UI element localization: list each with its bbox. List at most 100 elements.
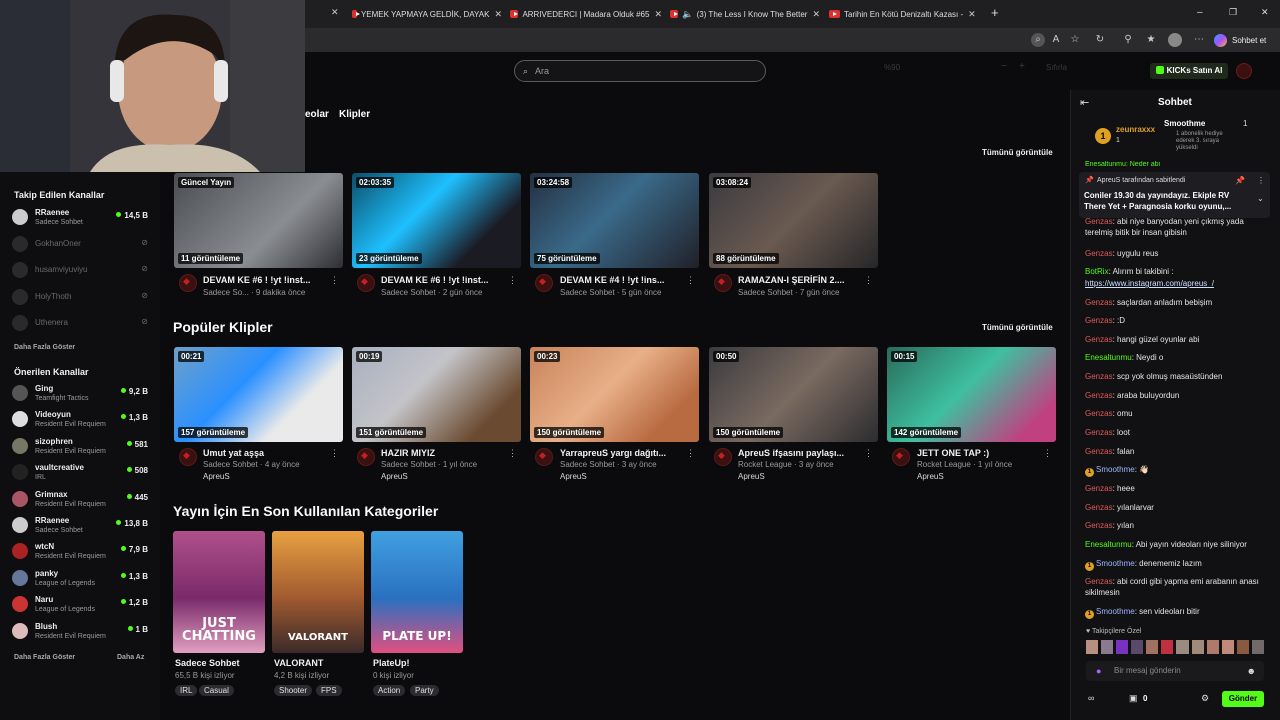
copilot-chat-button[interactable]: Sohbet et [1214, 33, 1266, 47]
browser-tab[interactable]: YEMEK YAPMAYA GELDİK, DAYAK ✕ [352, 5, 502, 23]
category-tag[interactable]: Shooter [274, 685, 313, 696]
pinned-message[interactable]: 📌 ApreuS tarafından sabitlendi 📌 ⋮ Conil… [1079, 172, 1270, 218]
more-options-icon[interactable]: ⋮ [508, 448, 517, 459]
video-thumbnail[interactable]: Güncel Yayın 11 görüntüleme [174, 173, 343, 268]
chevron-down-icon[interactable]: ⌄ [1257, 194, 1264, 203]
chat-username[interactable]: Genzas [1085, 316, 1113, 325]
zoom-in-button[interactable]: + [1019, 61, 1025, 72]
infinity-icon[interactable]: ∞ [1088, 693, 1094, 703]
video-title[interactable]: DEVAM KE #4 ! !yt !ins... [560, 275, 678, 285]
video-title[interactable]: RAMAZAN-I ŞERİFİN 2.... [738, 275, 856, 285]
more-options-icon[interactable]: ⋮ [330, 448, 339, 459]
category-name[interactable]: VALORANT [274, 658, 323, 668]
chat-username[interactable]: Enesaltunmu [1085, 540, 1132, 549]
chat-username[interactable]: Enesaltunmu [1085, 353, 1132, 362]
collapse-chat-icon[interactable]: ⇤ [1080, 96, 1089, 109]
buy-kicks-button[interactable]: KICKs Satın Al [1150, 63, 1228, 79]
sidebar-channel[interactable]: Blush Resident Evil Requiem 1 B [12, 621, 148, 643]
maximize-button[interactable]: ❐ [1229, 7, 1237, 18]
top-gifter-name[interactable]: zeunraxxx [1116, 125, 1155, 134]
chat-username[interactable]: Genzas [1085, 428, 1113, 437]
chat-link[interactable]: https://www.instagram.com/apreus_/ [1085, 279, 1214, 288]
channel-avatar[interactable] [714, 448, 732, 466]
clip-thumbnail[interactable]: 00:21 157 görüntüleme [174, 347, 343, 442]
emote[interactable] [1236, 640, 1249, 654]
sidebar-channel[interactable]: vaultcreative IRL 508 [12, 462, 148, 484]
close-icon[interactable]: ✕ [494, 9, 502, 20]
chat-message-input[interactable]: ● Bir mesaj gönderin ☻ [1086, 661, 1264, 681]
emote[interactable] [1161, 640, 1174, 654]
sidebar-channel[interactable]: Uthenera ⊘ [12, 313, 148, 335]
show-less-button[interactable]: Daha Az [117, 654, 144, 661]
video-title[interactable]: DEVAM KE #6 ! !yt !inst... [203, 275, 321, 285]
channel-avatar[interactable] [714, 274, 732, 292]
clip-thumbnail[interactable]: 00:15 142 görüntüleme [887, 347, 1056, 442]
zoom-reset-button[interactable]: Sıfırla [1046, 63, 1067, 72]
chat-username[interactable]: Genzas [1085, 447, 1113, 456]
emote[interactable] [1116, 640, 1129, 654]
channel-avatar[interactable] [357, 448, 375, 466]
unpin-icon[interactable]: 📌 [1235, 176, 1245, 185]
browser-tab[interactable]: 🔈 (3) The Less I Know The Better ✕ [670, 5, 820, 23]
channel-avatar[interactable] [179, 448, 197, 466]
category-tag[interactable]: FPS [316, 685, 342, 696]
more-options-icon[interactable]: ⋮ [330, 275, 339, 286]
favorite-star-icon[interactable]: ☆ [1068, 33, 1082, 47]
chat-username[interactable]: BotRix [1085, 267, 1109, 276]
more-options-icon[interactable]: ⋮ [686, 275, 695, 286]
tab-clips[interactable]: Klipler [339, 109, 370, 120]
sidebar-channel[interactable]: Videoyun Resident Evil Requiem 1,3 B [12, 409, 148, 431]
show-more-button[interactable]: Daha Fazla Göster [14, 344, 75, 351]
more-menu-icon[interactable]: ⋯ [1192, 33, 1206, 47]
tab-videos[interactable]: eolar [305, 109, 329, 120]
sidebar-channel[interactable]: RRaenee Sadece Sohbet 14,5 B [12, 207, 148, 229]
category-tag[interactable]: Casual [199, 685, 234, 696]
chat-username[interactable]: Genzas [1085, 484, 1113, 493]
show-more-button[interactable]: Daha Fazla Göster [14, 654, 75, 661]
emote[interactable] [1221, 640, 1234, 654]
category-card[interactable]: JUST CHATTING [173, 531, 265, 653]
chat-username[interactable]: Genzas [1085, 217, 1113, 226]
category-name[interactable]: Sadece Sohbet [175, 658, 240, 668]
clip-title[interactable]: ApreuS ifşasını paylaşı... [738, 448, 856, 458]
gift-icon[interactable]: ▣ [1129, 693, 1138, 704]
sidebar-channel[interactable]: Ging Teamfight Tactics 9,2 B [12, 383, 148, 405]
chat-username[interactable]: Genzas [1085, 577, 1113, 586]
emoji-icon[interactable]: ☻ [1247, 661, 1256, 681]
favorites-icon[interactable]: ★ [1144, 33, 1158, 47]
chat-username[interactable]: Genzas [1085, 298, 1113, 307]
speaker-icon[interactable]: 🔈 [682, 9, 693, 20]
chat-username[interactable]: Genzas [1085, 335, 1113, 344]
close-icon[interactable]: ✕ [968, 9, 976, 20]
emote[interactable] [1176, 640, 1189, 654]
clip-title[interactable]: YarrapreuS yargı dağıtı... [560, 448, 678, 458]
clip-thumbnail[interactable]: 00:23 150 görüntüleme [530, 347, 699, 442]
see-all-videos-link[interactable]: Tümünü görüntüle [982, 148, 1053, 157]
clip-title[interactable]: HAZIR MIYIZ [381, 448, 499, 458]
sidebar-channel[interactable]: RRaenee Sadece Sohbet 13,8 B [12, 515, 148, 537]
channel-avatar[interactable] [179, 274, 197, 292]
more-options-icon[interactable]: ⋮ [508, 275, 517, 286]
category-tag[interactable]: Action [373, 685, 406, 696]
category-tag[interactable]: IRL [175, 685, 198, 696]
channel-avatar[interactable] [535, 274, 553, 292]
more-options-icon[interactable]: ⋮ [1257, 176, 1265, 185]
more-options-icon[interactable]: ⋮ [1043, 448, 1052, 459]
sidebar-channel[interactable]: panky League of Legends 1,3 B [12, 568, 148, 590]
emote[interactable] [1206, 640, 1219, 654]
see-all-clips-link[interactable]: Tümünü görüntüle [982, 323, 1053, 332]
emote[interactable] [1131, 640, 1144, 654]
channel-avatar[interactable] [357, 274, 375, 292]
settings-gear-icon[interactable]: ⚙ [1201, 693, 1209, 704]
emote[interactable] [1101, 640, 1114, 654]
sidebar-channel[interactable]: Naru League of Legends 1,2 B [12, 594, 148, 616]
close-icon[interactable]: ✕ [812, 9, 820, 20]
search-input[interactable]: ⌕ Ara [514, 60, 766, 82]
chat-username[interactable]: Genzas [1085, 503, 1113, 512]
chat-username[interactable]: Genzas [1085, 409, 1113, 418]
sidebar-channel[interactable]: husamviyuviyu ⊘ [12, 260, 148, 282]
chat-username[interactable]: Smoothme [1096, 559, 1135, 568]
category-name[interactable]: PlateUp! [373, 658, 410, 668]
channel-avatar[interactable] [535, 448, 553, 466]
emote[interactable] [1146, 640, 1159, 654]
